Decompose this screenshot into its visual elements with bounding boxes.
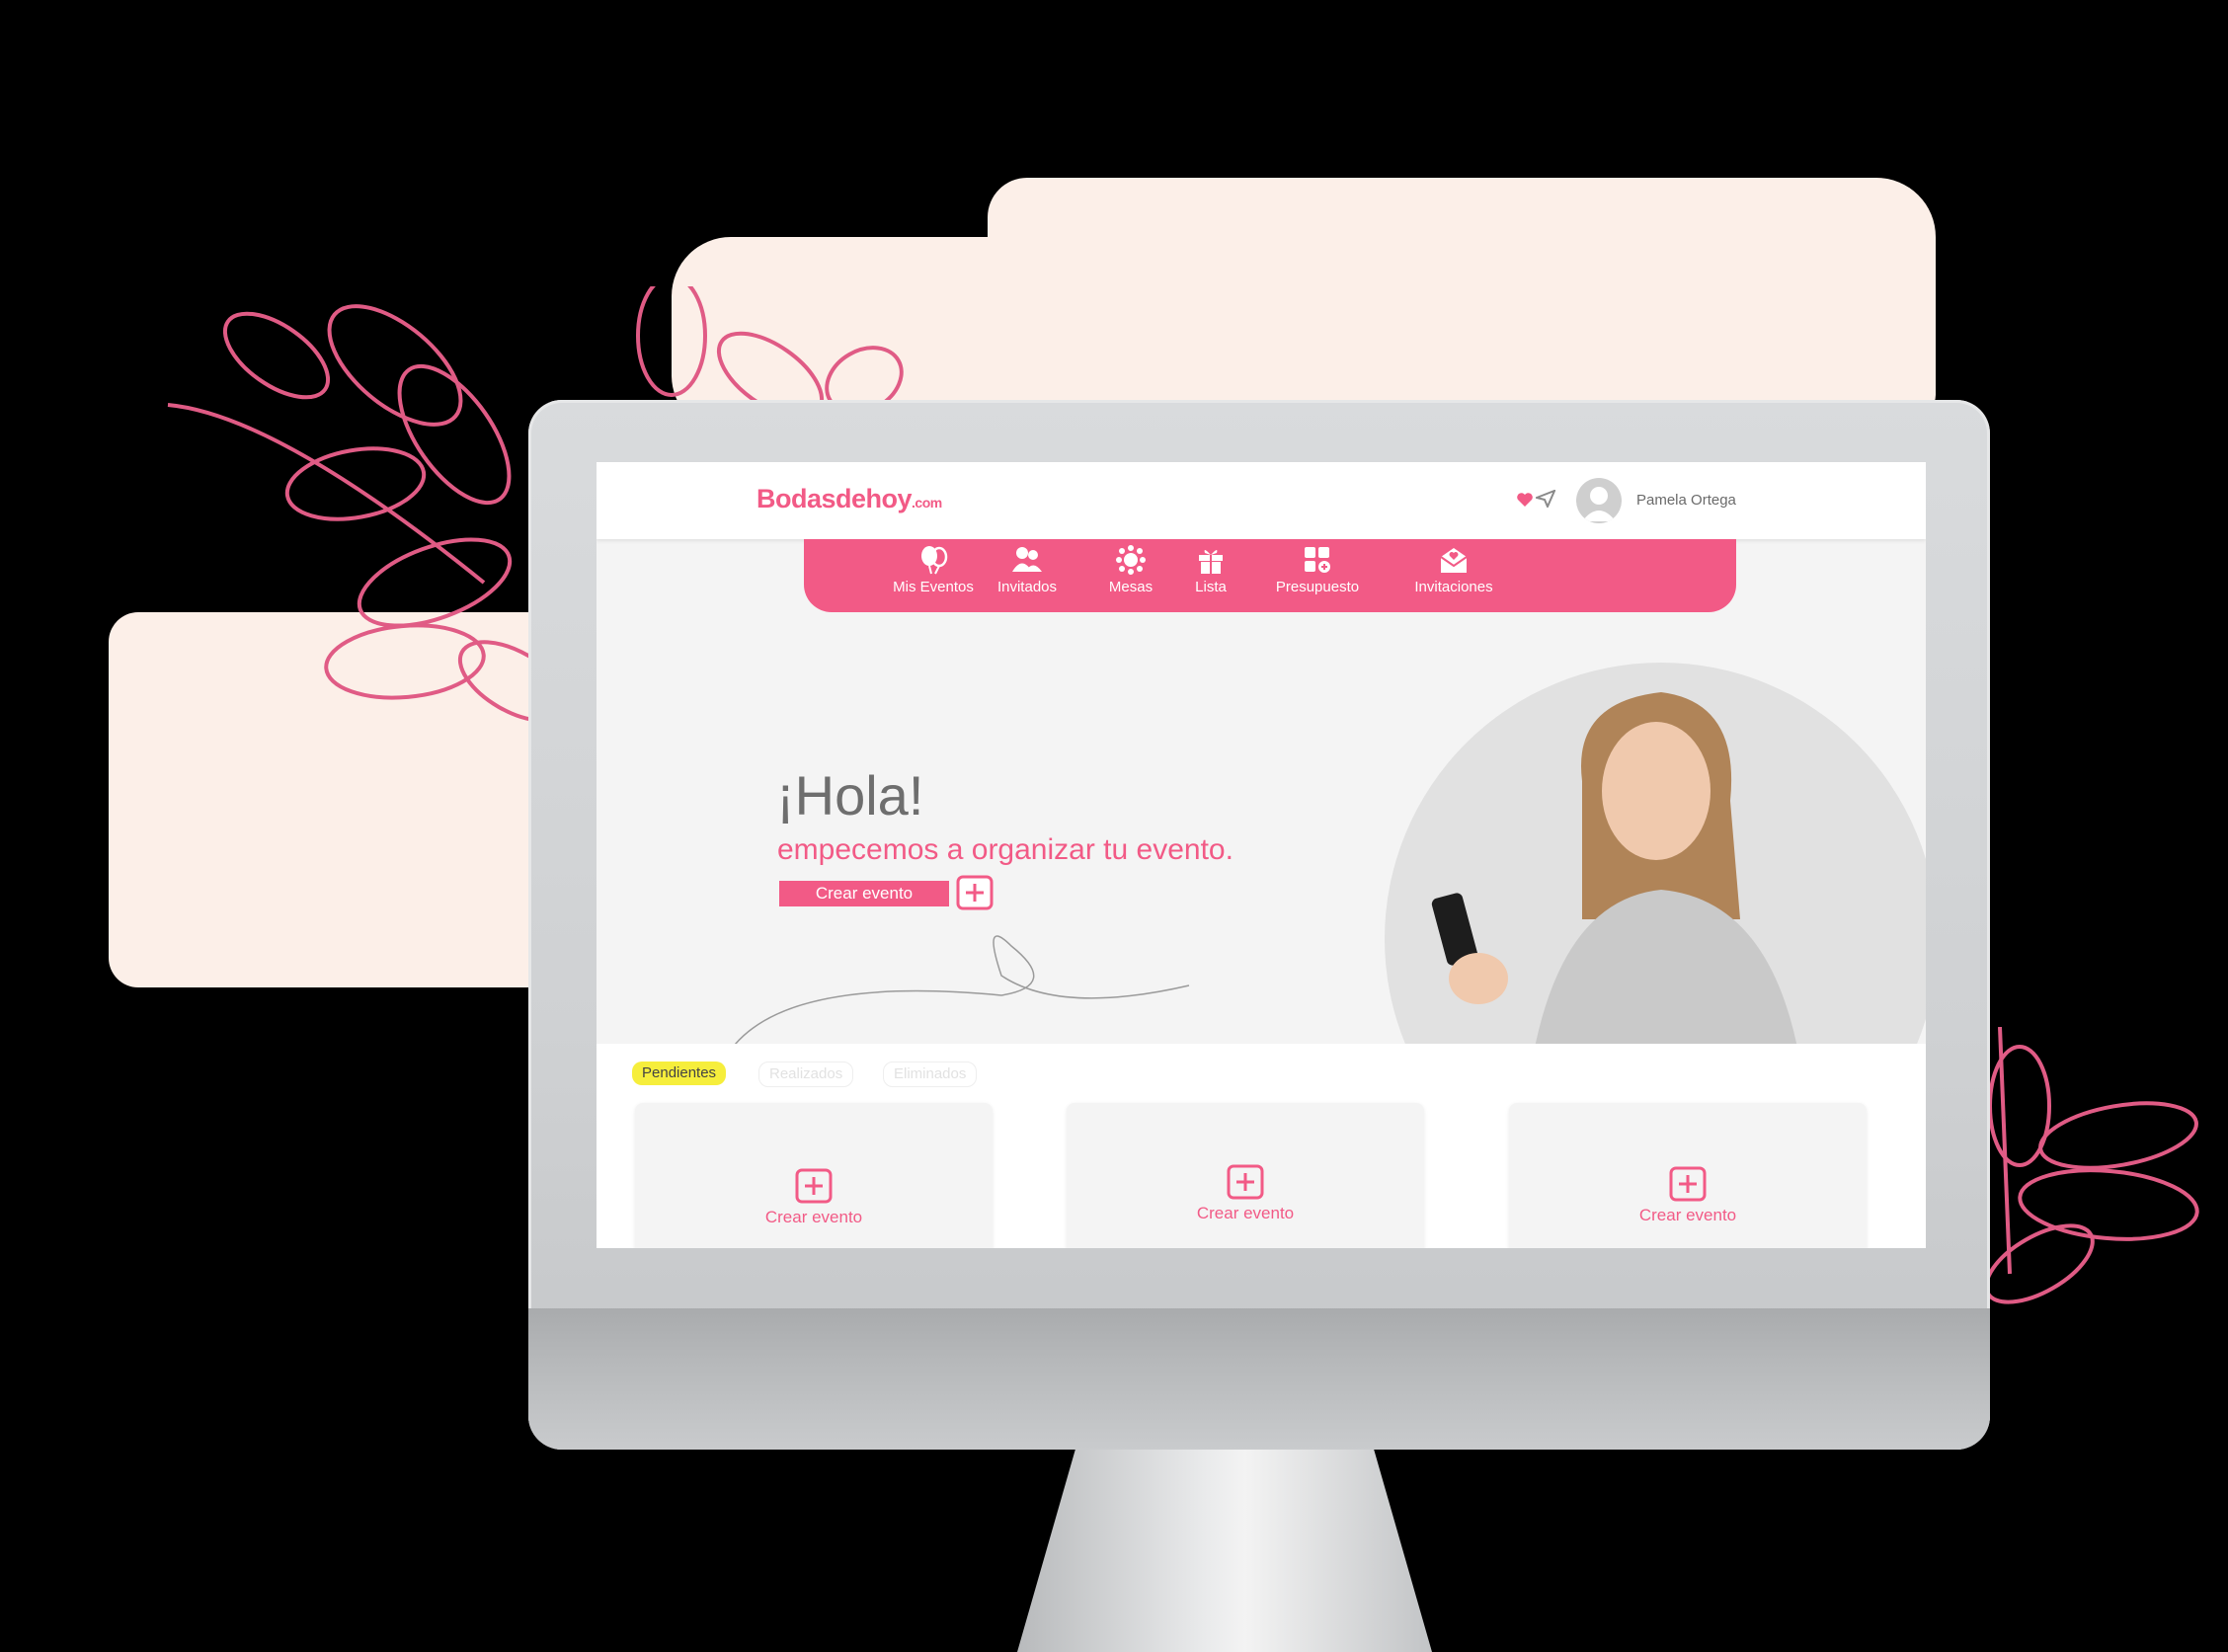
nav-label: Invitados: [996, 579, 1058, 595]
tab-eliminados[interactable]: Eliminados: [883, 1062, 978, 1087]
balloons-icon: [921, 546, 948, 575]
avatar-icon: [1582, 487, 1616, 521]
avatar[interactable]: [1576, 478, 1622, 523]
user-name[interactable]: Pamela Ortega: [1636, 492, 1736, 509]
nav-item-mis-eventos[interactable]: Mis Eventos: [893, 545, 974, 606]
tab-pendientes[interactable]: Pendientes: [632, 1062, 727, 1085]
card-label: Crear evento: [1196, 1204, 1295, 1222]
add-icon: [1669, 1166, 1707, 1202]
main-nav: Mis Eventos Invitados Mesas Lista Presup…: [804, 539, 1736, 612]
logo-suffix: .com: [912, 495, 942, 511]
nav-label: Mis Eventos: [893, 579, 974, 595]
card-label: Crear evento: [764, 1208, 863, 1226]
brand-logo[interactable]: Bodasdehoy.com: [756, 484, 942, 514]
create-event-button[interactable]: Crear evento: [779, 881, 949, 906]
add-icon: [795, 1168, 833, 1204]
create-event-card[interactable]: Crear evento: [1509, 1103, 1867, 1248]
card-label: Crear evento: [1638, 1206, 1737, 1224]
tab-realizados[interactable]: Realizados: [758, 1062, 854, 1087]
logo-main: Bodasdehoy: [756, 484, 913, 513]
nav-item-mesas[interactable]: Mesas: [1103, 545, 1158, 606]
nav-item-presupuesto[interactable]: Presupuesto: [1268, 545, 1367, 606]
nav-item-lista[interactable]: Lista: [1189, 545, 1233, 606]
people-icon: [1012, 547, 1042, 572]
table-icon: [1116, 545, 1146, 575]
create-event-card[interactable]: Crear evento: [1067, 1103, 1424, 1248]
nav-item-invitados[interactable]: Invitados: [992, 545, 1063, 606]
floral-right-icon: [1984, 1027, 2199, 1304]
top-bar: Bodasdehoy.com Pamela Ortega: [597, 462, 1926, 539]
nav-label: Mesas: [1108, 579, 1154, 595]
budget-icon: [1305, 547, 1330, 573]
monitor-chin: [528, 1308, 1990, 1450]
nav-label: Presupuesto: [1275, 579, 1360, 595]
watercolor-background: [988, 178, 1936, 415]
add-icon: [1227, 1164, 1264, 1200]
nav-label: Invitaciones: [1414, 579, 1493, 595]
hero-subtitle: empecemos a organizar tu evento.: [777, 833, 1233, 866]
nav-item-invitaciones[interactable]: Invitaciones: [1404, 545, 1503, 606]
heart-icon[interactable]: [1516, 492, 1534, 508]
nav-label: Lista: [1195, 579, 1227, 595]
app-screen: Bodasdehoy.com Pamela Ortega Mis Eventos: [597, 462, 1926, 1248]
envelope-icon: [1440, 548, 1468, 573]
send-icon[interactable]: [1536, 490, 1555, 508]
gift-icon: [1199, 549, 1223, 574]
monitor-stand: [1017, 1450, 1432, 1652]
create-event-card[interactable]: Crear evento: [635, 1103, 993, 1248]
add-event-icon[interactable]: [956, 875, 994, 910]
hero-greeting: ¡Hola!: [776, 764, 924, 826]
events-section: Pendientes Realizados Eliminados Crear e…: [597, 1044, 1926, 1248]
